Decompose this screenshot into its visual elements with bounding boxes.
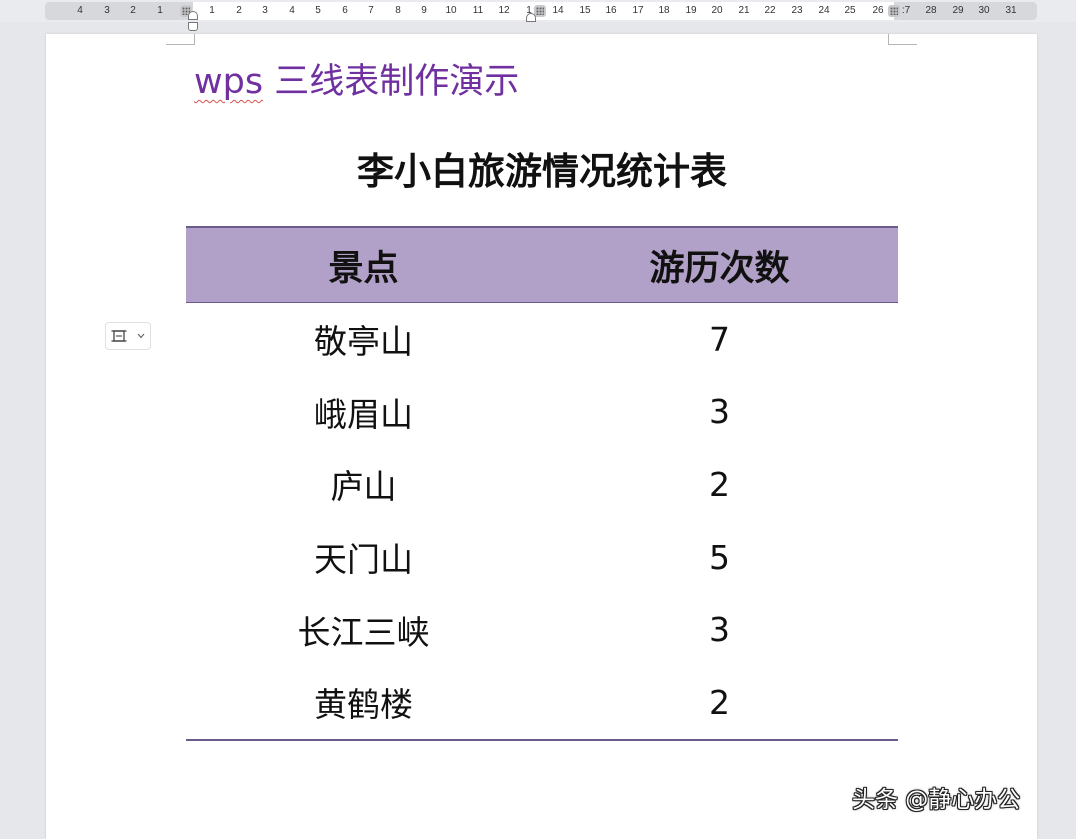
table-cell[interactable]: 2 <box>541 665 898 741</box>
heading-text: 三线表制作演示 <box>263 62 520 102</box>
ruler-number: 20 <box>711 5 723 16</box>
ruler-number: 17 <box>632 5 644 16</box>
ruler-number: 26 <box>872 5 884 16</box>
ruler-number: :7 <box>901 5 911 16</box>
ruler-number: 4 <box>289 5 295 16</box>
ruler-number: 24 <box>818 5 830 16</box>
table-row: 黄鹤楼 2 <box>186 665 898 741</box>
table-title[interactable]: 李小白旅游情况统计表 <box>186 144 898 200</box>
ruler-number: 29 <box>952 5 964 16</box>
ruler-number: 2 <box>236 5 242 16</box>
table-cell[interactable]: 庐山 <box>186 448 541 521</box>
ruler-number: 21 <box>738 5 750 16</box>
table-row: 峨眉山 3 <box>186 376 898 449</box>
ruler-number: 5 <box>315 5 321 16</box>
margin-corner-mark <box>888 34 917 45</box>
ruler-number: 19 <box>685 5 697 16</box>
table-cell[interactable]: 3 <box>541 593 898 666</box>
ruler-number: 2 <box>130 5 136 16</box>
ruler-number: 22 <box>764 5 776 16</box>
ruler-number: 12 <box>498 5 510 16</box>
ruler-number: 6 <box>342 5 348 16</box>
table-row: 庐山 2 <box>186 448 898 521</box>
table-cell[interactable]: 黄鹤楼 <box>186 665 541 741</box>
table-cell[interactable]: 敬亭山 <box>186 303 541 376</box>
table-cell[interactable]: 5 <box>541 521 898 594</box>
table-cell[interactable]: 峨眉山 <box>186 376 541 449</box>
ruler-number: 10 <box>445 5 457 16</box>
ruler-number: 9 <box>421 5 427 16</box>
ruler-number: 28 <box>925 5 937 16</box>
ruler-number: 3 <box>104 5 110 16</box>
ruler-number: 1 <box>209 5 215 16</box>
table-row: 长江三峡 3 <box>186 593 898 666</box>
first-line-indent-marker[interactable] <box>188 11 198 20</box>
ruler-number: 25 <box>844 5 856 16</box>
ruler-number: 31 <box>1005 5 1017 16</box>
column-indent-marker[interactable] <box>526 13 536 22</box>
right-margin-grip[interactable] <box>888 5 900 17</box>
ruler-number: 3 <box>262 5 268 16</box>
horizontal-ruler: 4 3 2 1 1 2 3 4 5 6 7 8 9 10 11 12 1 14 … <box>0 0 1076 22</box>
three-line-table[interactable]: 景点 游历次数 敬亭山 7 峨眉山 3 庐山 2 天门山 5 长江三峡 3 黄鹤… <box>186 226 898 741</box>
table-header-row: 景点 游历次数 <box>186 226 898 303</box>
header-cell-visit-count[interactable]: 游历次数 <box>541 226 898 303</box>
table-layout-icon <box>111 330 127 342</box>
table-cell[interactable]: 2 <box>541 448 898 521</box>
chevron-down-icon[interactable] <box>136 329 146 343</box>
table-cell[interactable]: 7 <box>541 303 898 376</box>
table-row: 敬亭山 7 <box>186 303 898 376</box>
ruler-number: 14 <box>552 5 564 16</box>
table-cell[interactable]: 3 <box>541 376 898 449</box>
table-row: 天门山 5 <box>186 521 898 594</box>
document-heading[interactable]: wps 三线表制作演示 <box>194 56 519 108</box>
ruler-number: 30 <box>978 5 990 16</box>
table-cell[interactable]: 天门山 <box>186 521 541 594</box>
table-layout-handle[interactable] <box>105 322 151 350</box>
ruler-number: 16 <box>605 5 617 16</box>
ruler-number: 23 <box>791 5 803 16</box>
watermark: 头条 @静心办公 <box>852 787 1021 813</box>
left-indent-marker[interactable] <box>188 22 198 31</box>
ruler-number: 11 <box>472 5 484 16</box>
ruler-number: 15 <box>579 5 591 16</box>
ruler-number: 18 <box>658 5 670 16</box>
ruler-number: 8 <box>395 5 401 16</box>
heading-prefix: wps <box>194 62 264 102</box>
header-cell-scenic-spot[interactable]: 景点 <box>186 226 541 303</box>
ruler-number: 7 <box>368 5 374 16</box>
table-cell[interactable]: 长江三峡 <box>186 593 541 666</box>
ruler-left-margin <box>45 2 193 20</box>
ruler-number: 1 <box>157 5 163 16</box>
column-boundary-grip[interactable] <box>534 5 546 17</box>
document-page[interactable]: wps 三线表制作演示 李小白旅游情况统计表 景点 游历次数 敬亭山 7 峨眉山… <box>46 34 1037 839</box>
margin-corner-mark <box>166 34 195 45</box>
ruler-number: 4 <box>77 5 83 16</box>
